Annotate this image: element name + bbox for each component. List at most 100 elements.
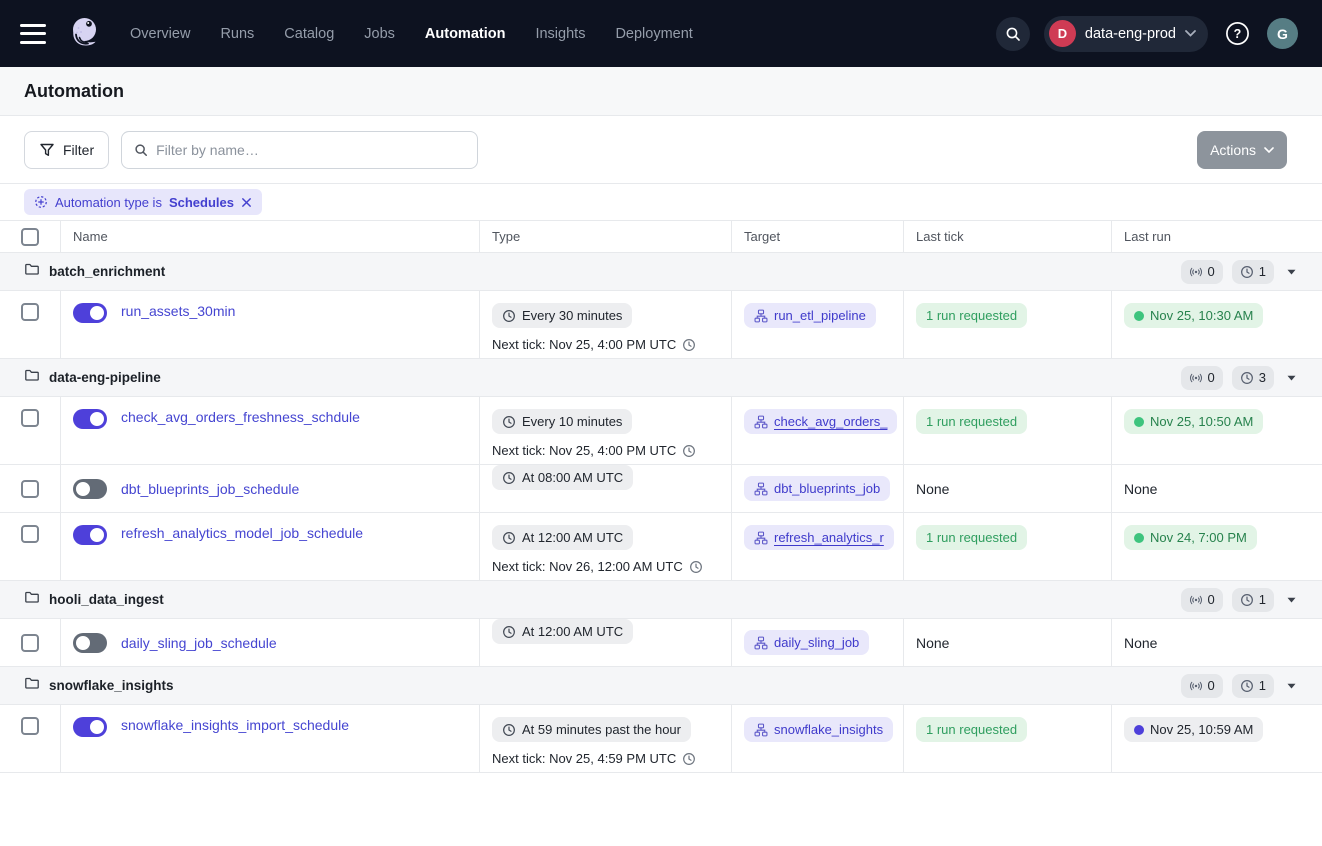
collapse-caret-icon[interactable] [1287,683,1296,689]
table-body: batch_enrichment01run_assets_30minEvery … [0,253,1322,773]
row-checkbox[interactable] [21,717,39,735]
last-run-chip[interactable]: Nov 25, 10:30 AM [1124,303,1263,328]
schedule-type-chip: Every 10 minutes [492,409,632,434]
sensor-count-badge: 0 [1181,260,1223,284]
clock-icon [1240,371,1254,385]
schedule-type-chip: Every 30 minutes [492,303,632,328]
column-header-last-tick: Last tick [904,221,1112,252]
nav-item-jobs[interactable]: Jobs [364,26,395,42]
schedule-name-link[interactable]: check_avg_orders_freshness_schdule [121,409,360,425]
collapse-caret-icon[interactable] [1287,269,1296,275]
help-icon: ? [1225,21,1250,46]
target-chip[interactable]: run_etl_pipeline [744,303,876,328]
nav-item-runs[interactable]: Runs [220,26,254,42]
last-tick-chip[interactable]: 1 run requested [916,303,1027,328]
schedule-toggle[interactable] [73,303,107,323]
job-icon [754,531,768,545]
next-tick: Next tick: Nov 26, 12:00 AM UTC [492,559,719,574]
group-row: hooli_data_ingest01 [0,581,1322,619]
last-tick-chip[interactable]: 1 run requested [916,717,1027,742]
clock-icon [502,723,516,737]
schedule-name-link[interactable]: dbt_blueprints_job_schedule [121,481,299,497]
schedule-type-chip: At 59 minutes past the hour [492,717,691,742]
search-icon [134,143,148,157]
nav-item-overview[interactable]: Overview [130,26,190,42]
filter-button[interactable]: Filter [24,131,109,169]
menu-icon[interactable] [20,24,46,44]
select-all-checkbox[interactable] [21,228,39,246]
last-run-chip[interactable]: Nov 24, 7:00 PM [1124,525,1257,550]
top-nav: Overview Runs Catalog Jobs Automation In… [0,0,1322,67]
help-button[interactable]: ? [1222,18,1253,49]
user-avatar[interactable]: G [1267,18,1298,49]
schedule-toggle[interactable] [73,479,107,499]
target-chip[interactable]: daily_sling_job [744,630,869,655]
row-checkbox[interactable] [21,480,39,498]
schedule-toggle[interactable] [73,525,107,545]
clock-icon [502,309,516,323]
last-tick-chip[interactable]: 1 run requested [916,525,1027,550]
job-icon [754,482,768,496]
schedule-count-badge: 3 [1232,366,1274,390]
schedule-name-link[interactable]: snowflake_insights_import_schedule [121,717,349,733]
collapse-caret-icon[interactable] [1287,375,1296,381]
target-name: check_avg_orders_ [774,414,887,429]
nav-item-deployment[interactable]: Deployment [615,26,692,42]
target-chip[interactable]: check_avg_orders_ [744,409,897,434]
last-run-chip[interactable]: Nov 25, 10:50 AM [1124,409,1263,434]
clock-icon [502,625,516,639]
schedule-count-badge: 1 [1232,588,1274,612]
deployment-switcher[interactable]: D data-eng-prod [1044,16,1208,52]
remove-filter-icon[interactable] [241,197,252,208]
schedule-name-link[interactable]: refresh_analytics_model_job_schedule [121,525,363,541]
schedule-toggle[interactable] [73,633,107,653]
group-name: batch_enrichment [49,264,165,279]
table-row: dbt_blueprints_job_scheduleAt 08:00 AM U… [0,465,1322,513]
chevron-down-icon [1185,30,1196,37]
target-name: run_etl_pipeline [774,308,866,323]
clock-icon [1240,593,1254,607]
actions-button[interactable]: Actions [1197,131,1287,169]
next-tick: Next tick: Nov 25, 4:00 PM UTC [492,443,719,458]
clock-icon [682,338,696,352]
collapse-caret-icon[interactable] [1287,597,1296,603]
schedule-name-link[interactable]: daily_sling_job_schedule [121,635,277,651]
nav-item-catalog[interactable]: Catalog [284,26,334,42]
clock-icon [502,531,516,545]
last-run-chip[interactable]: Nov 25, 10:59 AM [1124,717,1263,742]
column-header-last-run: Last run [1112,221,1322,252]
table-row: daily_sling_job_scheduleAt 12:00 AM UTCd… [0,619,1322,667]
last-run-none: None [1124,481,1157,497]
target-chip[interactable]: snowflake_insights [744,717,893,742]
sensor-icon [1189,593,1203,607]
target-chip[interactable]: dbt_blueprints_job [744,476,890,501]
target-name: refresh_analytics_r [774,530,884,545]
automation-type-icon [34,195,48,209]
row-checkbox[interactable] [21,303,39,321]
run-status-dot [1134,417,1144,427]
nav-item-automation[interactable]: Automation [425,26,506,42]
sensor-count-badge: 0 [1181,366,1223,390]
job-icon [754,309,768,323]
folder-icon [24,589,40,610]
name-filter-field [121,131,478,169]
dagster-logo-icon[interactable] [64,14,104,54]
schedule-toggle[interactable] [73,717,107,737]
table-header: Name Type Target Last tick Last run [0,221,1322,253]
nav-item-insights[interactable]: Insights [535,26,585,42]
search-button[interactable] [996,17,1030,51]
last-tick-chip[interactable]: 1 run requested [916,409,1027,434]
row-checkbox[interactable] [21,525,39,543]
schedule-name-link[interactable]: run_assets_30min [121,303,235,319]
schedule-type-chip: At 12:00 AM UTC [492,525,633,550]
row-checkbox[interactable] [21,409,39,427]
name-filter-input[interactable] [156,142,465,158]
target-chip[interactable]: refresh_analytics_r [744,525,894,550]
schedule-count-badge: 1 [1232,674,1274,698]
schedule-toggle[interactable] [73,409,107,429]
column-header-name: Name [61,221,480,252]
row-checkbox[interactable] [21,634,39,652]
target-name: dbt_blueprints_job [774,481,880,496]
sensor-count-badge: 0 [1181,588,1223,612]
group-row: snowflake_insights01 [0,667,1322,705]
